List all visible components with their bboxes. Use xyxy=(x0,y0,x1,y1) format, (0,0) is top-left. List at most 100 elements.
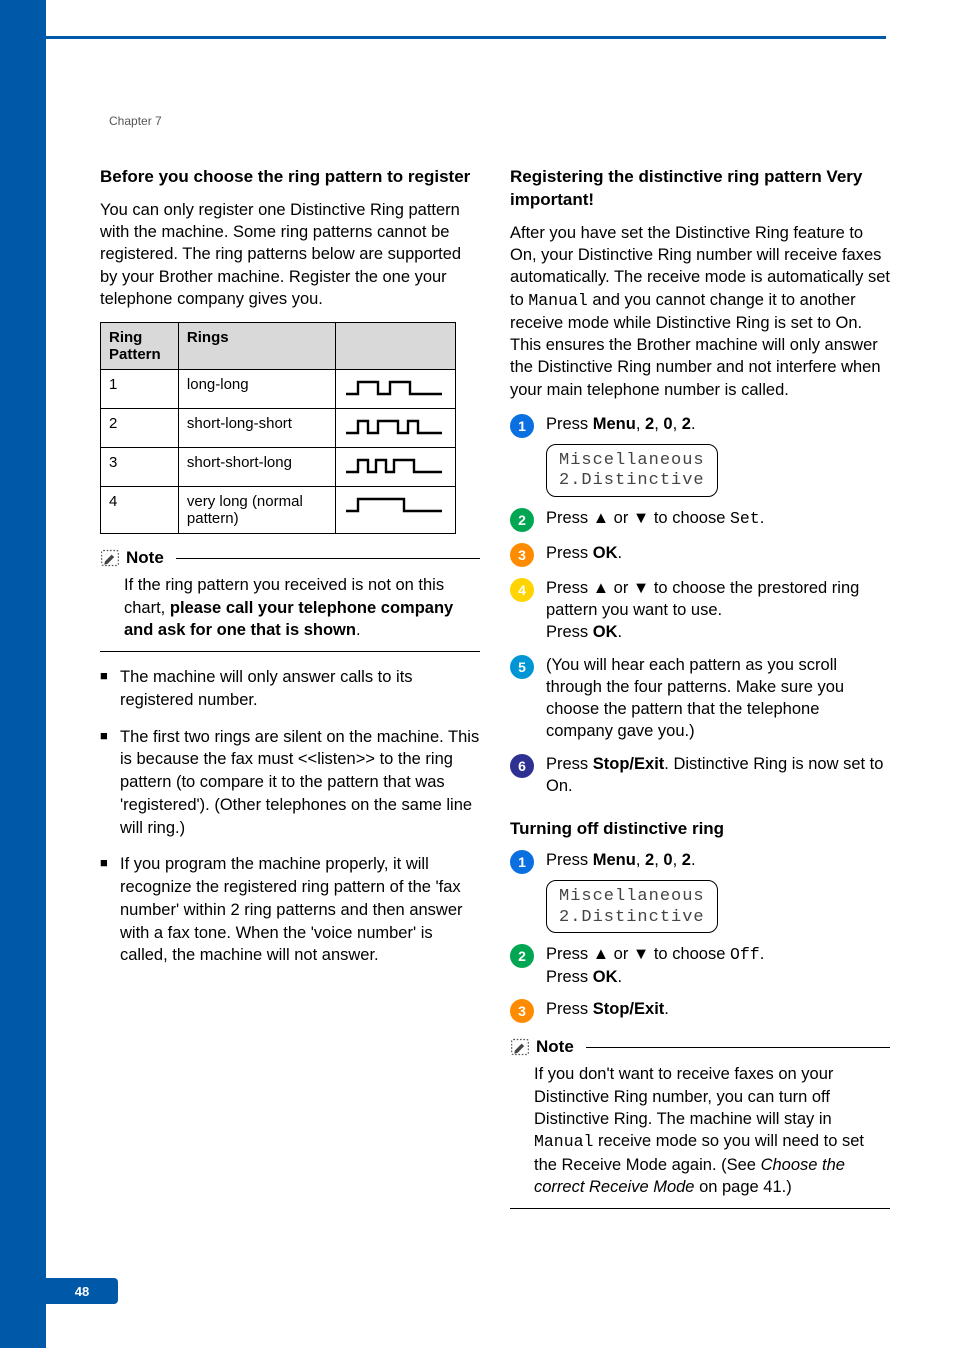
note-block: Note If the ring pattern you received is… xyxy=(100,548,480,652)
t: Press xyxy=(546,968,593,986)
off-step-row-1: 1 Press Menu, 2, 0, 2. xyxy=(510,849,890,874)
lcd-display: Miscellaneous 2.Distinctive xyxy=(546,880,718,933)
t: 2 xyxy=(645,851,654,869)
t: 2 xyxy=(682,851,691,869)
step-text: Press Menu, 2, 0, 2. xyxy=(546,413,890,438)
t: Off xyxy=(730,945,760,964)
cell-num: 2 xyxy=(101,409,179,448)
cell-num: 1 xyxy=(101,370,179,409)
step-text: Press ▲ or ▼ to choose the prestored rin… xyxy=(546,577,890,644)
step-badge-4-icon: 4 xyxy=(510,578,534,602)
t: OK xyxy=(593,968,618,986)
off-step-row-3: 3 Press Stop/Exit. xyxy=(510,998,890,1023)
t: Press xyxy=(546,415,593,433)
t: Menu xyxy=(593,851,636,869)
t: 0 xyxy=(663,415,672,433)
t: Press xyxy=(546,1000,593,1018)
step-row-6: 6 Press Stop/Exit. Distinctive Ring is n… xyxy=(510,753,890,798)
note-body: If the ring pattern you received is not … xyxy=(100,572,480,652)
step-text: Press Stop/Exit. Distinctive Ring is now… xyxy=(546,753,890,798)
t: . xyxy=(618,623,623,641)
pencil-icon xyxy=(100,548,120,568)
t: , xyxy=(636,415,645,433)
t: 2 xyxy=(682,415,691,433)
t: , xyxy=(636,851,645,869)
table-header-row: Ring Pattern Rings xyxy=(101,323,456,370)
table-row: 3 short-short-long xyxy=(101,448,456,487)
t: Press xyxy=(546,623,593,641)
t: . xyxy=(691,851,696,869)
cell-num: 3 xyxy=(101,448,179,487)
ring-glyph-very-long-icon xyxy=(344,493,444,515)
step-badge-6-icon: 6 xyxy=(510,754,534,778)
chapter-label: Chapter 7 xyxy=(109,114,162,128)
step-badge-3-icon: 3 xyxy=(510,543,534,567)
nb-c: on page 41.) xyxy=(694,1178,791,1196)
t: . xyxy=(618,544,623,562)
t: Set xyxy=(730,509,760,528)
t: 2 xyxy=(645,415,654,433)
cell-desc: long-long xyxy=(178,370,335,409)
t: , xyxy=(654,415,663,433)
left-heading: Before you choose the ring pattern to re… xyxy=(100,166,480,189)
t: Press xyxy=(546,755,593,773)
page-number-tab: 48 xyxy=(46,1278,118,1304)
step-text: (You will hear each pattern as you scrol… xyxy=(546,654,890,743)
step-badge-1-icon: 1 xyxy=(510,850,534,874)
ring-glyph-short-long-short-icon xyxy=(344,415,444,437)
right-heading: Registering the distinctive ring pattern… xyxy=(510,166,890,212)
step-row-1: 1 Press Menu, 2, 0, 2. xyxy=(510,413,890,438)
cell-glyph xyxy=(336,370,456,409)
cell-num: 4 xyxy=(101,487,179,534)
intro-mono: Manual xyxy=(528,291,587,310)
step-badge-2-icon: 2 xyxy=(510,944,534,968)
note-head: Note xyxy=(100,548,480,568)
t: . xyxy=(618,968,623,986)
note-text-bold: please call your telephone company and a… xyxy=(124,599,453,639)
left-column: Before you choose the ring pattern to re… xyxy=(100,166,480,981)
lcd-display: Miscellaneous 2.Distinctive xyxy=(546,444,718,497)
th-rings: Rings xyxy=(178,323,335,370)
t: Stop/Exit xyxy=(593,755,665,773)
step-row-4: 4 Press ▲ or ▼ to choose the prestored r… xyxy=(510,577,890,644)
note-body: If you don't want to receive faxes on yo… xyxy=(510,1061,890,1209)
step-text: Press OK. xyxy=(546,542,890,567)
page: Chapter 7 Before you choose the ring pat… xyxy=(0,0,954,1348)
t: Menu xyxy=(593,415,636,433)
list-item: If you program the machine properly, it … xyxy=(100,853,480,967)
ring-pattern-table: Ring Pattern Rings 1 long-long 2 xyxy=(100,322,456,534)
top-rule xyxy=(46,36,886,39)
cell-desc: very long (normal pattern) xyxy=(178,487,335,534)
t: 0 xyxy=(663,851,672,869)
step-text: Press Stop/Exit. xyxy=(546,998,890,1023)
table-row: 4 very long (normal pattern) xyxy=(101,487,456,534)
step-badge-3-icon: 3 xyxy=(510,999,534,1023)
t: , xyxy=(673,415,682,433)
note-text-b: . xyxy=(356,621,361,639)
note-label: Note xyxy=(126,548,164,568)
step-text: Press Menu, 2, 0, 2. xyxy=(546,849,890,874)
cell-glyph xyxy=(336,409,456,448)
lcd-line-2: 2.Distinctive xyxy=(559,471,705,491)
step-text: Press ▲ or ▼ to choose Off. Press OK. xyxy=(546,943,890,989)
nb-a: If you don't want to receive faxes on yo… xyxy=(534,1065,833,1128)
step-row-3: 3 Press OK. xyxy=(510,542,890,567)
note-rule xyxy=(586,1047,890,1049)
note-block: Note If you don't want to receive faxes … xyxy=(510,1037,890,1209)
step-badge-5-icon: 5 xyxy=(510,655,534,679)
pencil-icon xyxy=(510,1037,530,1057)
list-item: The first two rings are silent on the ma… xyxy=(100,726,480,840)
page-number: 48 xyxy=(75,1284,89,1299)
t: , xyxy=(654,851,663,869)
lcd-line-1: Miscellaneous xyxy=(559,887,705,907)
cell-desc: short-long-short xyxy=(178,409,335,448)
cell-desc: short-short-long xyxy=(178,448,335,487)
lcd-line-1: Miscellaneous xyxy=(559,451,705,471)
step-row-5: 5 (You will hear each pattern as you scr… xyxy=(510,654,890,743)
t: Press ▲ or ▼ to choose xyxy=(546,509,730,527)
t: . xyxy=(760,945,765,963)
t: Press xyxy=(546,851,593,869)
t: . xyxy=(691,415,696,433)
list-item: The machine will only answer calls to it… xyxy=(100,666,480,712)
right-column: Registering the distinctive ring pattern… xyxy=(510,166,890,1209)
